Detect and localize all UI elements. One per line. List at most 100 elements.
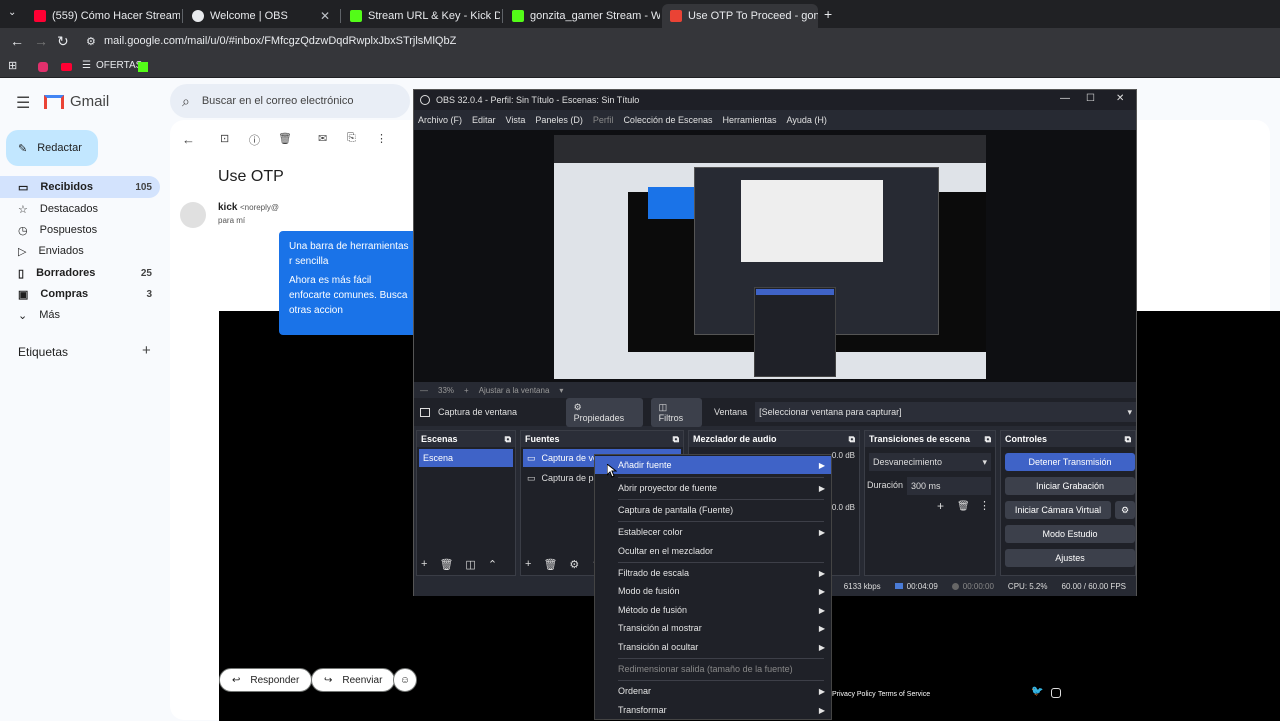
compose-button[interactable]: ✎ Redactar — [6, 130, 98, 166]
tab-gmail[interactable]: Use OTP To Proceed - goncastr ✕ — [662, 4, 818, 28]
reply-button[interactable]: ↩ Responder — [219, 668, 313, 692]
footer-link-terms[interactable]: Terms of Service — [878, 691, 930, 698]
menu-item-blend-mode[interactable]: Modo de fusión ▶ — [595, 582, 831, 600]
sidebar-item-purchases[interactable]: ▣ Compras 3 — [0, 283, 160, 305]
menu-item-open-projector[interactable]: Abrir proyector de fuente ▶ — [595, 479, 831, 497]
properties-button[interactable]: ⚙ Propiedades — [565, 397, 643, 427]
duration-spinbox[interactable]: 300 ms — [907, 477, 991, 495]
scene-item[interactable]: Escena — [419, 449, 513, 467]
menu-item-resize-output[interactable]: Redimensionar salida (tamaño de la fuent… — [595, 660, 831, 678]
sidebar-item-snoozed[interactable]: ◷ Pospuestos — [0, 219, 160, 241]
gmail-logo[interactable]: Gmail — [70, 93, 109, 110]
sidebar-item-drafts[interactable]: ▯ Borradores 25 — [0, 262, 160, 284]
sidebar-item-sent[interactable]: ▷ Enviados — [0, 240, 160, 262]
sidebar-item-starred[interactable]: ☆ Destacados — [0, 198, 160, 220]
settings-button[interactable]: Ajustes — [1005, 549, 1135, 567]
instagram-footer-icon[interactable] — [1051, 688, 1061, 698]
menu-help[interactable]: Ayuda (H) — [787, 115, 827, 125]
menu-edit[interactable]: Editar — [472, 115, 496, 125]
remove-transition-icon[interactable]: 🗑 — [957, 501, 970, 512]
reload-icon[interactable]: ↻ — [57, 33, 69, 50]
bookmark-ofertas[interactable]: OFERTAS — [96, 60, 142, 71]
search-bar[interactable]: ⌕ Buscar en el correo electrónico — [170, 84, 410, 118]
minimize-icon[interactable]: — — [1060, 93, 1070, 104]
menu-item-set-color[interactable]: Establecer color ▶ — [595, 523, 831, 541]
mark-unread-icon[interactable]: ✉ — [318, 132, 327, 145]
preview-canvas[interactable] — [554, 135, 986, 379]
back-arrow-icon[interactable]: ← — [182, 132, 195, 147]
tab-kick-dashboard[interactable]: Stream URL & Key - Kick Dashb ✕ — [342, 4, 500, 28]
archive-icon[interactable]: ⊡ — [220, 132, 229, 145]
close-window-icon[interactable]: ✕ — [1116, 93, 1124, 104]
menu-item-add-source[interactable]: Añadir fuente ▶ — [595, 456, 831, 474]
dock-float-icon[interactable]: ⧉ — [505, 434, 511, 445]
add-source-icon[interactable]: + — [525, 558, 531, 571]
tab-search-icon[interactable]: ⌄ — [8, 7, 16, 18]
add-transition-icon[interactable]: + — [937, 499, 944, 513]
dock-float-icon[interactable]: ⧉ — [849, 434, 855, 445]
footer-link-privacy[interactable]: Privacy Policy — [832, 691, 876, 698]
source-gear-icon[interactable]: ⚙ — [569, 558, 579, 571]
scene-filter-icon[interactable]: ◫ — [465, 558, 475, 571]
menu-item-hide-transition[interactable]: Transición al ocultar ▶ — [595, 638, 831, 656]
menu-item-order[interactable]: Ordenar ▶ — [595, 682, 831, 700]
menu-item-blend-method[interactable]: Método de fusión ▶ — [595, 601, 831, 619]
menu-scene-collection[interactable]: Colección de Escenas — [623, 115, 712, 125]
zoom-in-icon[interactable]: + — [464, 386, 469, 395]
transition-select[interactable]: Desvanecimiento ▾ — [869, 453, 991, 471]
start-virtual-camera-button[interactable]: Iniciar Cámara Virtual — [1005, 501, 1111, 519]
close-icon[interactable]: ✕ — [320, 9, 330, 23]
studio-mode-button[interactable]: Modo Estudio — [1005, 525, 1135, 543]
main-menu-icon[interactable]: ☰ — [16, 93, 30, 113]
menu-docks[interactable]: Paneles (D) — [535, 115, 583, 125]
tab-obs[interactable]: Welcome | OBS ✕ — [184, 4, 338, 28]
move-to-icon[interactable]: ⎘ — [347, 132, 356, 145]
virtual-camera-settings-button[interactable]: ⚙ — [1115, 501, 1135, 519]
site-info-icon[interactable]: ⚙ — [86, 35, 96, 48]
maximize-icon[interactable]: ☐ — [1086, 93, 1095, 104]
add-label-icon[interactable]: + — [142, 342, 151, 359]
more-icon[interactable]: ⋮ — [376, 132, 387, 145]
menu-item-transform[interactable]: Transformar ▶ — [595, 701, 831, 719]
remove-source-icon[interactable]: 🗑 — [543, 558, 557, 571]
zoom-out-icon[interactable]: — — [420, 386, 428, 395]
emoji-button[interactable]: ☺ — [393, 668, 417, 692]
search-input[interactable]: Buscar en el correo electrónico — [202, 95, 354, 107]
menu-tools[interactable]: Herramientas — [723, 115, 777, 125]
menu-view[interactable]: Vista — [506, 115, 526, 125]
fit-window[interactable]: Ajustar a la ventana — [479, 386, 550, 395]
remove-scene-icon[interactable]: 🗑 — [439, 558, 453, 571]
tab-youtube[interactable]: (559) Cómo Hacer Streams en I ✕ — [26, 4, 180, 28]
back-icon[interactable]: ← — [10, 33, 24, 49]
window-select[interactable]: [Seleccionar ventana para capturar] ▾ — [755, 402, 1137, 422]
instagram-icon[interactable] — [38, 62, 48, 72]
menu-item-show-transition[interactable]: Transición al mostrar ▶ — [595, 619, 831, 637]
dock-float-icon[interactable]: ⧉ — [985, 434, 991, 445]
twitter-icon[interactable]: 🐦 — [1031, 686, 1043, 697]
add-scene-icon[interactable]: + — [421, 558, 427, 571]
forward-button[interactable]: ↪ Reenviar — [311, 668, 396, 692]
recipient[interactable]: para mí — [218, 216, 245, 225]
menu-profile[interactable]: Perfil — [593, 115, 614, 125]
report-spam-icon[interactable]: ⓘ — [249, 132, 260, 148]
move-up-icon[interactable]: ⌃ — [488, 558, 497, 571]
chevron-down-icon[interactable]: ▾ — [559, 386, 563, 395]
sidebar-item-inbox[interactable]: ▭ Recibidos 105 — [0, 176, 160, 198]
search-icon[interactable]: ⌕ — [182, 93, 190, 110]
youtube-bookmark-icon[interactable] — [61, 63, 72, 71]
delete-icon[interactable]: 🗑 — [278, 132, 292, 145]
tab-kick-stream[interactable]: gonzita_gamer Stream - Wa 🔊 ✕ — [504, 4, 660, 28]
filters-button[interactable]: ◫ Filtros — [650, 397, 703, 427]
stop-streaming-button[interactable]: Detener Transmisión — [1005, 453, 1135, 471]
menu-item-screenshot-source[interactable]: Captura de pantalla (Fuente) — [595, 501, 831, 519]
new-tab-button[interactable]: + — [824, 6, 832, 22]
kick-bookmark-icon[interactable] — [138, 62, 148, 72]
start-recording-button[interactable]: Iniciar Grabación — [1005, 477, 1135, 495]
sidebar-item-more[interactable]: ⌄ Más — [0, 304, 160, 326]
dock-float-icon[interactable]: ⧉ — [1125, 434, 1131, 445]
forward-icon[interactable]: → — [34, 33, 48, 49]
transition-more-icon[interactable]: ⋮ — [979, 499, 990, 512]
apps-icon[interactable]: ⊞ — [8, 59, 17, 72]
url-field[interactable]: mail.google.com/mail/u/0/#inbox/FMfcgzQd… — [104, 35, 456, 47]
menu-item-scale-filtering[interactable]: Filtrado de escala ▶ — [595, 564, 831, 582]
